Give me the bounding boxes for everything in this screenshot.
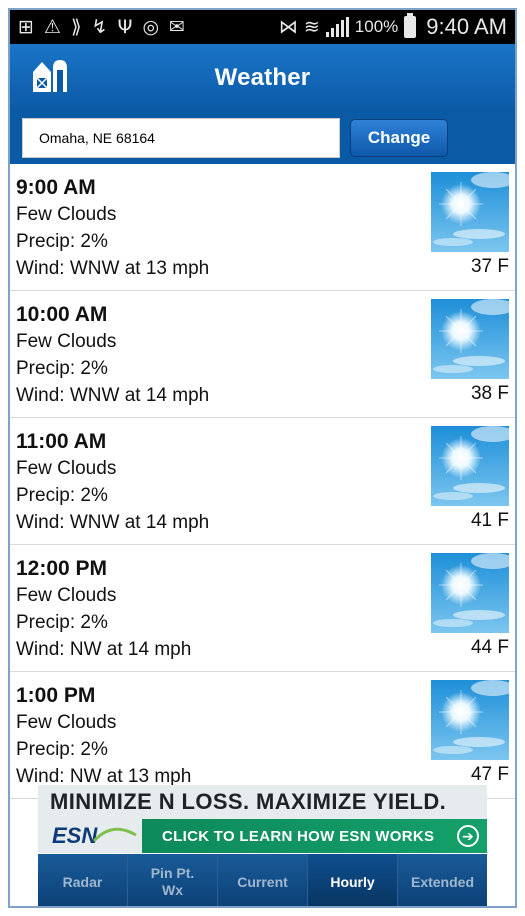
tab-pin-pt-wx[interactable]: Pin Pt. Wx	[128, 854, 218, 906]
app-header: Weather	[10, 44, 515, 112]
forecast-wind: Wind: NW at 14 mph	[16, 639, 192, 660]
ad-cta-label: CLICK TO LEARN HOW ESN WORKS	[162, 827, 435, 845]
tab-extended[interactable]: Extended	[398, 854, 487, 906]
tab-hourly[interactable]: Hourly	[308, 854, 398, 906]
ad-brand: ESN	[52, 823, 98, 848]
few-clouds-icon	[431, 426, 509, 506]
wifi-icon: ≋	[303, 15, 320, 38]
few-clouds-icon	[431, 680, 509, 760]
few-clouds-icon	[431, 172, 509, 252]
missed-call-icon: ↯	[91, 15, 108, 38]
forecast-wind: Wind: WNW at 14 mph	[16, 512, 210, 533]
change-location-button[interactable]: Change	[350, 119, 448, 157]
page-title: Weather	[214, 64, 311, 91]
few-clouds-icon	[431, 553, 509, 633]
voicemail-icon: ◎	[142, 15, 160, 38]
bottom-tab-bar: Radar Pin Pt. Wx Current Hourly Extended	[38, 854, 487, 906]
signal-icon	[325, 17, 349, 37]
battery-icon	[404, 13, 417, 38]
forecast-row[interactable]: 10:00 AM Few Clouds Precip: 2% Wind: WNW at…	[10, 291, 515, 418]
forecast-row[interactable]: 9:00 AM Few Clouds Precip: 2% Wind: WNW at …	[10, 164, 515, 291]
forecast-temp: 37 F	[470, 256, 509, 277]
system-icons: ⋈ ≋ 100% 9:40 AM	[278, 13, 507, 40]
ad-headline: MINIMIZE N LOSS. MAXIMIZE YIELD.	[50, 789, 447, 814]
hourly-forecast-list: 9:00 AM Few Clouds Precip: 2% Wind: WNW at …	[10, 164, 515, 799]
ad-footer: ESN CLICK TO LEARN HOW ESN WORKS ➔	[38, 819, 487, 853]
forecast-temp: 44 F	[470, 637, 509, 658]
forecast-wind: Wind: WNW at 14 mph	[16, 385, 210, 406]
swoosh-icon	[92, 827, 137, 843]
ad-banner[interactable]: MINIMIZE N LOSS. MAXIMIZE YIELD. ESN CLI…	[38, 785, 487, 853]
clock: 9:40 AM	[426, 14, 507, 39]
forecast-row[interactable]: 12:00 PM Few Clouds Precip: 2% Wind: NW at …	[10, 545, 515, 672]
ad-cta[interactable]: CLICK TO LEARN HOW ESN WORKS ➔	[142, 819, 487, 853]
few-clouds-icon	[431, 299, 509, 379]
sprint-icon: ⟫	[70, 15, 82, 38]
battery-percent: 100%	[354, 17, 399, 36]
email-icon: ✉	[169, 15, 185, 38]
forecast-row[interactable]: 11:00 AM Few Clouds Precip: 2% Wind: WNW at…	[10, 418, 515, 545]
barn-icon[interactable]	[30, 58, 68, 94]
tab-radar[interactable]: Radar	[38, 854, 128, 906]
esn-logo: ESN	[38, 819, 142, 853]
forecast-temp: 47 F	[470, 764, 509, 785]
warning-icon: ⚠	[43, 15, 61, 38]
location-input[interactable]	[22, 118, 340, 158]
notification-icons: ⊞ ⚠ ⟫ ↯ Ψ ◎ ✉	[18, 15, 185, 38]
forecast-temp: 38 F	[470, 383, 509, 404]
location-bar: Change	[10, 112, 515, 164]
forecast-temp: 41 F	[470, 510, 509, 531]
status-bar: ⊞ ⚠ ⟫ ↯ Ψ ◎ ✉ ⋈ ≋ 100% 9:40 AM	[10, 10, 515, 44]
tab-current[interactable]: Current	[218, 854, 308, 906]
add-box-icon: ⊞	[18, 15, 34, 38]
usb-icon: Ψ	[117, 15, 133, 38]
forecast-wind: Wind: WNW at 13 mph	[16, 258, 210, 279]
forecast-row[interactable]: 1:00 PM Few Clouds Precip: 2% Wind: NW at 1…	[10, 672, 515, 799]
vibrate-icon: ⋈	[278, 15, 298, 38]
arrow-right-icon: ➔	[457, 825, 479, 847]
app-frame: ⊞ ⚠ ⟫ ↯ Ψ ◎ ✉ ⋈ ≋ 100% 9:40 AM Weather O…	[8, 8, 517, 908]
